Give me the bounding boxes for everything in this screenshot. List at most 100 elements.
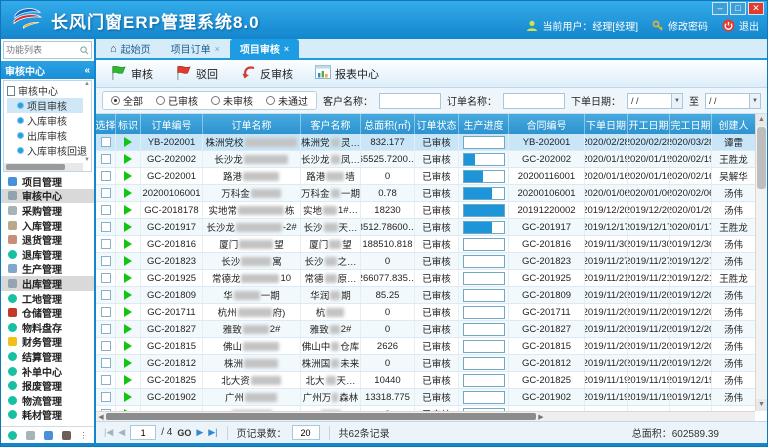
tree-item-出库审核[interactable]: 出库审核: [7, 128, 83, 143]
scroll-right-icon[interactable]: ▶: [536, 413, 546, 421]
table-row[interactable]: GC-201812株洲株洲国未来0已审核GC-2018122019/11/202…: [96, 355, 767, 372]
sidebar-item-审核中心[interactable]: 审核中心: [1, 189, 94, 204]
sidebar-item-物料盘存[interactable]: 物料盘存: [1, 320, 94, 335]
column-header-完工日期[interactable]: 完工日期: [670, 114, 712, 134]
row-checkbox[interactable]: [101, 137, 111, 147]
tree-item-入库审核[interactable]: 入库审核: [7, 113, 83, 128]
table-row[interactable]: GC-201815佛山佛山中仓库2626已审核GC-2018152019/11/…: [96, 338, 767, 355]
row-checkbox[interactable]: [101, 222, 111, 232]
column-header-订单编号[interactable]: 订单编号: [141, 114, 203, 134]
close-tab-icon[interactable]: ×: [215, 44, 220, 54]
row-checkbox[interactable]: [101, 375, 111, 385]
table-row[interactable]: GC-2018178实地常栋实地1#…18230已审核2019122000220…: [96, 202, 767, 219]
collapse-icon[interactable]: «: [84, 65, 90, 76]
row-checkbox[interactable]: [101, 154, 111, 164]
sidebar-item-项目管理[interactable]: 项目管理: [1, 174, 94, 189]
next-page-button[interactable]: ▶: [196, 428, 203, 437]
sidebar-item-退货管理[interactable]: 退货管理: [1, 232, 94, 247]
column-header-下单日期[interactable]: 下单日期: [585, 114, 628, 134]
sidebar-item-工地管理[interactable]: 工地管理: [1, 291, 94, 306]
column-header-标识[interactable]: 标识: [116, 114, 141, 134]
cart-shortcut-icon[interactable]: [26, 431, 35, 440]
radio-全部[interactable]: 全部: [111, 93, 143, 108]
table-row[interactable]: GC-201902广州广州万森林13318.775已审核GC-201902201…: [96, 389, 767, 406]
radio-已审核[interactable]: 已审核: [156, 93, 198, 108]
prev-page-button[interactable]: ◀: [118, 428, 125, 437]
sidebar-item-财务管理[interactable]: 财务管理: [1, 335, 94, 350]
first-page-button[interactable]: |◀: [104, 428, 113, 437]
scroll-left-icon[interactable]: ◀: [96, 413, 106, 421]
table-row[interactable]: GC-201809华一期华润期85.25已审核GC-2018092019/11/…: [96, 287, 767, 304]
close-button[interactable]: ✕: [748, 2, 764, 15]
table-row[interactable]: GC-201711杭州府)杭0已审核GC-2017112019/11/20201…: [96, 304, 767, 321]
row-checkbox[interactable]: [101, 239, 111, 249]
row-checkbox[interactable]: [101, 341, 111, 351]
toolbar-button-驳回[interactable]: 驳回: [171, 62, 222, 86]
chevron-down-icon[interactable]: ▼: [671, 94, 682, 108]
toolbar-button-反审核[interactable]: 反审核: [236, 63, 297, 84]
row-checkbox[interactable]: [101, 290, 111, 300]
customer-name-input[interactable]: [379, 93, 441, 109]
table-row[interactable]: GC-202002长沙龙长沙龙凤…65525.7200…已审核GC-202002…: [96, 151, 767, 168]
tree-item-入库审核回退[interactable]: 入库审核回退: [7, 143, 83, 158]
column-header-客户名称[interactable]: 客户名称: [301, 114, 361, 134]
sidebar-item-耗材管理[interactable]: 耗材管理: [1, 408, 94, 423]
column-header-订单名称[interactable]: 订单名称: [203, 114, 301, 134]
go-button[interactable]: GO: [177, 428, 191, 438]
row-checkbox[interactable]: [101, 256, 111, 266]
column-header-开工日期[interactable]: 开工日期: [628, 114, 670, 134]
tab-起始页[interactable]: ⌂起始页: [100, 39, 161, 58]
tab-项目订单[interactable]: 项目订单×: [161, 39, 230, 58]
sidebar-item-结算管理[interactable]: 结算管理: [1, 349, 94, 364]
row-checkbox[interactable]: [101, 358, 111, 368]
radio-未审核[interactable]: 未审核: [211, 93, 253, 108]
table-row[interactable]: YB-202001株洲党校株洲党灵…832.177已审核YB-202001202…: [96, 134, 767, 151]
table-row[interactable]: GC-201825北大资北大天…10440已审核GC-2018252019/11…: [96, 372, 767, 389]
table-row[interactable]: GC-201827雅致2#雅致2#0已审核GC-2018272019/11/20…: [96, 321, 767, 338]
column-header-订单状态[interactable]: 订单状态: [415, 114, 459, 134]
row-checkbox[interactable]: [101, 171, 111, 181]
table-row[interactable]: GC-201823长沙寓长沙之…0已审核GC-2018232019/11/272…: [96, 253, 767, 270]
table-row[interactable]: 20200106001万科金万科金一期0.78已审核20200106001202…: [96, 185, 767, 202]
chevron-down-icon[interactable]: ▼: [749, 94, 760, 108]
radio-未通过[interactable]: 未通过: [266, 93, 308, 108]
page-number-input[interactable]: [130, 425, 156, 440]
order-date-to-input[interactable]: / /▼: [705, 93, 761, 109]
person-shortcut-icon[interactable]: [62, 431, 71, 440]
doc-shortcut-icon[interactable]: [44, 431, 53, 440]
column-header-创建人[interactable]: 创建人: [712, 114, 756, 134]
logout-button[interactable]: 退出: [722, 18, 759, 33]
toolbar-button-报表中心[interactable]: 报表中心: [311, 63, 383, 84]
overflow-dots-icon[interactable]: ⋮: [80, 431, 88, 440]
sidebar-item-物流管理[interactable]: 物流管理: [1, 393, 94, 408]
sidebar-item-生产管理[interactable]: 生产管理: [1, 262, 94, 277]
sidebar-item-入库管理[interactable]: 入库管理: [1, 218, 94, 233]
minimize-button[interactable]: –: [712, 2, 728, 15]
order-date-from-input[interactable]: / /▼: [627, 93, 683, 109]
toolbar-button-审核[interactable]: 审核: [106, 62, 157, 86]
maximize-button[interactable]: □: [730, 2, 746, 15]
last-page-button[interactable]: ▶|: [208, 428, 217, 437]
scroll-up-icon[interactable]: ▲: [756, 114, 767, 126]
tree-vertical-scrollbar[interactable]: ▲▼: [83, 81, 91, 163]
sidebar-item-采购管理[interactable]: 采购管理: [1, 203, 94, 218]
table-row[interactable]: GC-201925常德龙10常德原…266077.835…已审核GC-20192…: [96, 270, 767, 287]
column-header-合同编号[interactable]: 合同编号: [509, 114, 585, 134]
tree-horizontal-scrollbar[interactable]: [4, 163, 83, 171]
sidebar-item-补单中心[interactable]: 补单中心: [1, 364, 94, 379]
column-header-选择[interactable]: 选择: [96, 114, 116, 134]
table-row[interactable]: GC-201917长沙龙-2#长沙天…8512.78600…已审核GC-2019…: [96, 219, 767, 236]
close-tab-icon[interactable]: ×: [284, 44, 289, 54]
change-password-button[interactable]: 修改密码: [652, 18, 708, 33]
column-header-总面积(㎡)[interactable]: 总面积(㎡): [361, 114, 415, 134]
column-header-生产进度[interactable]: 生产进度: [459, 114, 509, 134]
sidebar-item-出库管理[interactable]: 出库管理: [1, 276, 94, 291]
table-row[interactable]: GC-202001路港路港墙0已审核202001160012020/01/162…: [96, 168, 767, 185]
function-search-input[interactable]: [6, 45, 80, 55]
vscroll-thumb[interactable]: [757, 127, 766, 189]
tree-item-项目审核[interactable]: 项目审核: [7, 98, 83, 113]
tree-root-node[interactable]: 审核中心: [7, 83, 83, 98]
grid-horizontal-scrollbar[interactable]: ◀ ▶: [96, 411, 755, 421]
table-row[interactable]: GC-201816厦门望厦门望188510.818已审核GC-201816201…: [96, 236, 767, 253]
page-size-input[interactable]: [292, 425, 320, 440]
